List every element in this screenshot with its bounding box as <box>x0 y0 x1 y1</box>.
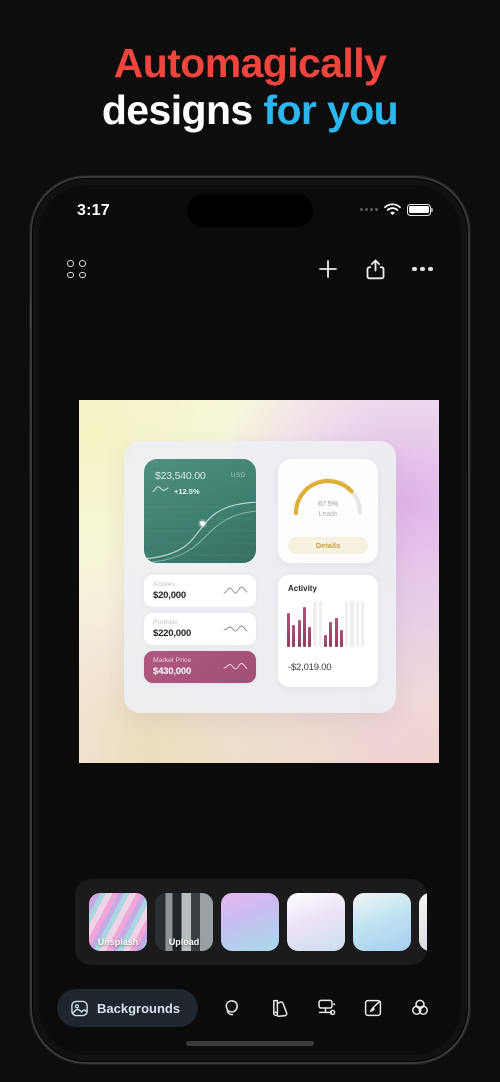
stat-sparkline-icon <box>223 586 248 594</box>
balance-change: +12.5% <box>174 487 200 496</box>
leads-gauge-value: 67.5% <box>318 499 338 508</box>
home-indicator <box>186 1041 314 1046</box>
phone-volume-down-button[interactable] <box>30 428 31 480</box>
balance-card[interactable]: $23,540.00 USD +12.5% <box>144 459 256 563</box>
thumbnail-gradient-clipped[interactable] <box>419 893 427 951</box>
thumbnail-gradient-blue[interactable] <box>353 893 411 951</box>
balance-sparkline-icon <box>152 486 169 492</box>
battery-icon <box>407 203 434 216</box>
stat-sparkline-icon <box>223 663 248 670</box>
leads-details-button[interactable]: Details <box>288 537 368 554</box>
leads-gauge-label: Leads <box>318 511 338 518</box>
stat-label: Actives <box>153 581 175 588</box>
balance-amount: $23,540.00 <box>155 470 206 482</box>
stat-row-list: Actives $20,000 Portfolio $220,000 Marke… <box>144 575 256 689</box>
stat-value: $430,000 <box>153 666 192 677</box>
dashboard-panel: $23,540.00 USD +12.5% 67.5% Leads Detail… <box>124 441 396 713</box>
app-toolbar <box>39 247 461 291</box>
thumbnail-gradient-violet[interactable] <box>221 893 279 951</box>
stat-value: $220,000 <box>153 628 192 639</box>
thumbnail-upload[interactable]: Upload <box>155 893 213 951</box>
toolbar-tool-list <box>198 996 443 1020</box>
activity-total: -$2,019.00 <box>288 662 332 673</box>
phone-screen: 3:17 $23,540.00 USD +12.5% 67.5% Leads D… <box>39 185 461 1055</box>
plus-icon[interactable] <box>317 258 339 280</box>
page-headline: Automagically designs for you <box>0 40 500 133</box>
blend-icon[interactable] <box>408 996 432 1020</box>
dynamic-island <box>187 194 313 227</box>
activity-bar-chart <box>287 601 369 647</box>
tab-backgrounds[interactable]: Backgrounds <box>57 989 199 1027</box>
activity-title: Activity <box>288 584 317 593</box>
background-thumbnail-strip[interactable]: Unsplash Upload <box>75 879 427 965</box>
balance-currency: USD <box>230 472 246 479</box>
stat-row-actives[interactable]: Actives $20,000 <box>144 575 256 607</box>
toolbar-actions <box>317 258 433 281</box>
status-bar: 3:17 <box>39 185 461 237</box>
shapes-icon[interactable] <box>221 996 245 1020</box>
phone-volume-up-button[interactable] <box>30 362 31 414</box>
balance-line-chart <box>144 501 256 563</box>
phone-power-button[interactable] <box>469 394 470 472</box>
activity-card[interactable]: Activity -$2,019.00 <box>278 575 378 687</box>
thumbnail-label: Upload <box>168 937 200 947</box>
headline-line-2: designs for you <box>0 89 500 132</box>
phone-mockup: 3:17 $23,540.00 USD +12.5% 67.5% Leads D… <box>30 176 470 1064</box>
thumbnail-gradient-white[interactable] <box>287 893 345 951</box>
more-dots-icon[interactable] <box>412 266 433 272</box>
stat-row-market-price[interactable]: Market Price $430,000 <box>144 651 256 683</box>
status-indicators <box>360 203 434 216</box>
share-icon[interactable] <box>365 258 386 281</box>
layout-icon[interactable] <box>315 996 339 1020</box>
stat-label: Portfolio <box>153 619 178 626</box>
headline-line-1: Automagically <box>113 40 387 86</box>
page-root: Automagically designs for you 3:17 $23,5… <box>0 0 500 1082</box>
headline-line-2-blue: for you <box>263 87 399 134</box>
palette-icon[interactable] <box>268 996 292 1020</box>
tab-backgrounds-label: Backgrounds <box>97 1000 181 1016</box>
thumbnail-label: Unsplash <box>97 937 139 947</box>
grid-dots-icon[interactable] <box>67 260 86 278</box>
balance-chart-point <box>200 521 205 526</box>
status-time: 3:17 <box>77 202 110 219</box>
stat-value: $20,000 <box>153 590 186 601</box>
headline-line-2-white: designs <box>101 87 264 134</box>
stat-sparkline-icon <box>223 625 248 632</box>
stat-row-portfolio[interactable]: Portfolio $220,000 <box>144 613 256 645</box>
phone-mute-button[interactable] <box>30 302 32 328</box>
design-canvas[interactable]: $23,540.00 USD +12.5% 67.5% Leads Detail… <box>79 400 439 763</box>
brush-icon[interactable] <box>361 996 385 1020</box>
bottom-toolbar: Backgrounds <box>39 985 461 1031</box>
image-icon <box>70 999 89 1018</box>
stat-label: Market Price <box>153 657 192 664</box>
signal-dots-icon <box>360 208 378 211</box>
wifi-icon <box>384 203 401 216</box>
leads-gauge-card[interactable]: 67.5% Leads Details <box>278 459 378 563</box>
thumbnail-unsplash[interactable]: Unsplash <box>89 893 147 951</box>
